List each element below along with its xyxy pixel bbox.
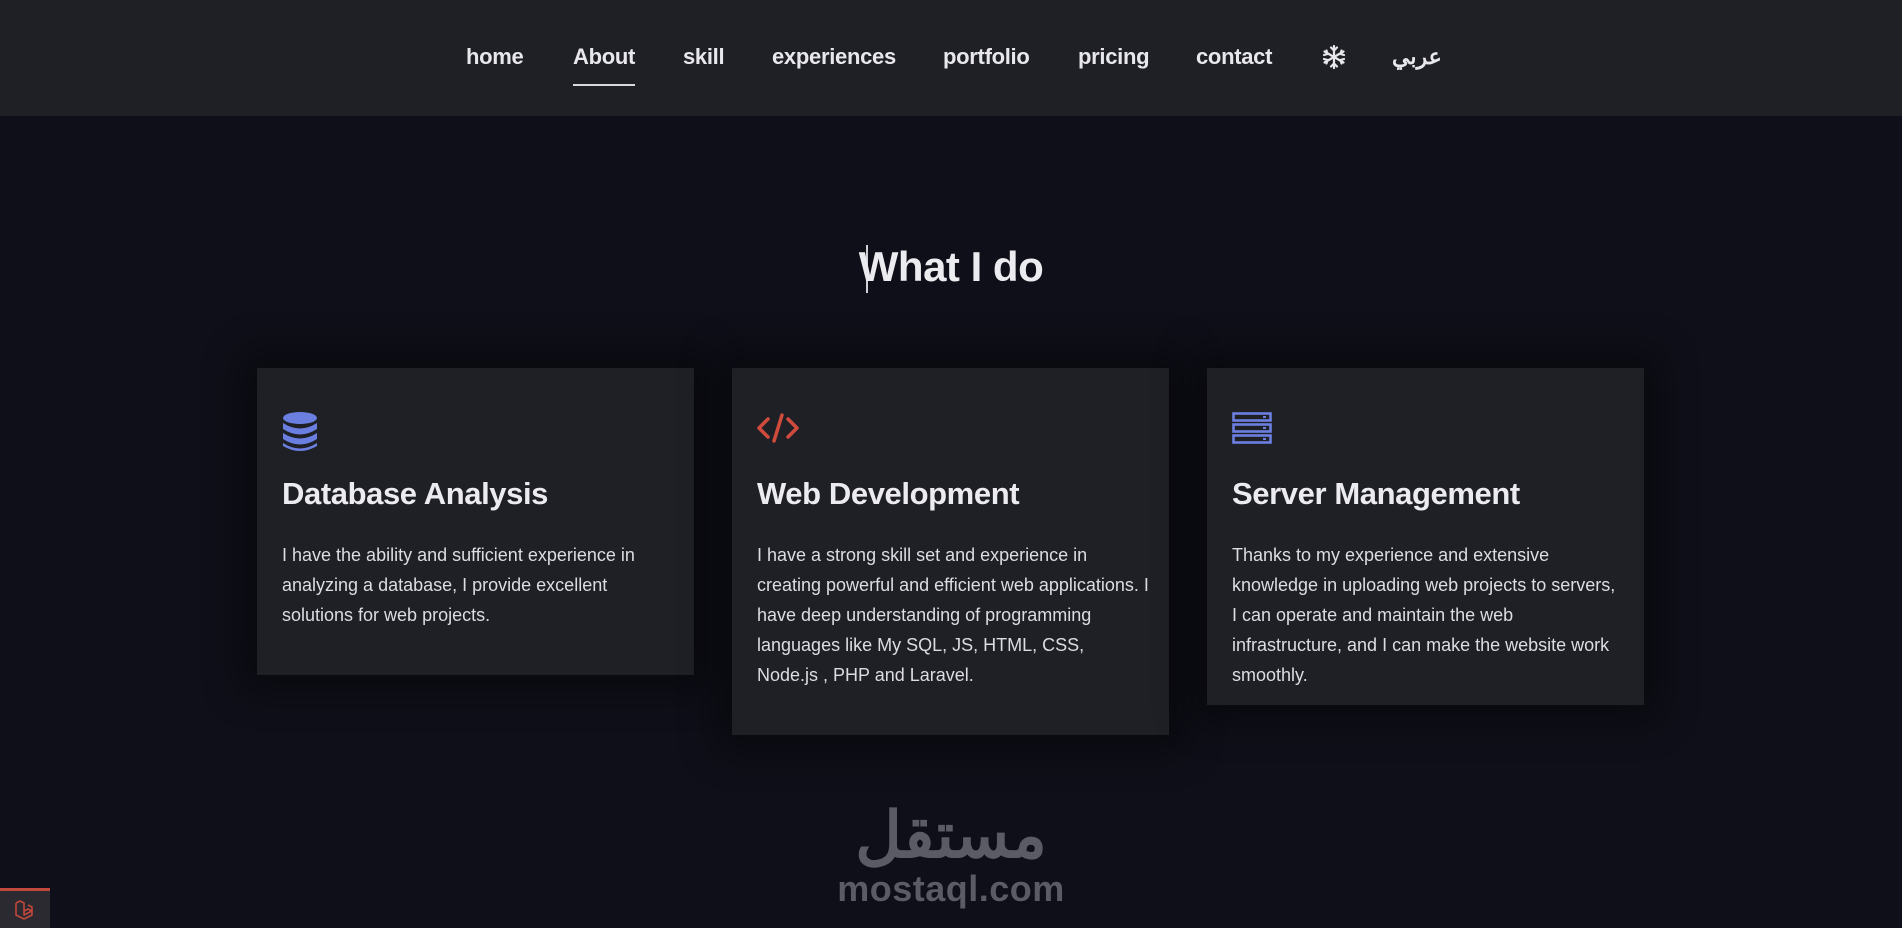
mostaql-watermark: مستقل mostaql.com bbox=[836, 800, 1066, 908]
top-navbar: home About skill experiences portfolio p… bbox=[0, 0, 1902, 116]
code-icon bbox=[757, 412, 799, 449]
nav-contact[interactable]: contact bbox=[1196, 44, 1272, 70]
database-icon bbox=[282, 412, 318, 457]
snowflake-icon[interactable] bbox=[1321, 44, 1347, 70]
card-description: I have a strong skill set and experience… bbox=[757, 545, 1149, 685]
laravel-debug-badge[interactable] bbox=[0, 888, 50, 928]
card-title: Database Analysis bbox=[282, 476, 549, 511]
language-switch[interactable]: عربي bbox=[1392, 44, 1442, 70]
nav-home[interactable]: home bbox=[466, 44, 524, 70]
nav-portfolio[interactable]: portfolio bbox=[943, 44, 1030, 70]
card-description: Thanks to my experience and extensive kn… bbox=[1232, 545, 1616, 685]
card-description: I have the ability and sufficient experi… bbox=[282, 545, 635, 625]
card-title: Web Development bbox=[757, 476, 1020, 511]
nav-about[interactable]: About bbox=[573, 44, 635, 86]
watermark-latin: mostaql.com bbox=[837, 868, 1065, 909]
laravel-icon bbox=[14, 899, 36, 926]
nav-experiences[interactable]: experiences bbox=[772, 44, 896, 70]
service-card-server-management: Server Management Thanks to my experienc… bbox=[1207, 368, 1644, 705]
nav-pricing[interactable]: pricing bbox=[1078, 44, 1150, 70]
watermark-arabic: مستقل bbox=[855, 799, 1047, 871]
server-icon bbox=[1232, 412, 1272, 449]
section-title: What I do bbox=[858, 243, 1044, 290]
card-title: Server Management bbox=[1232, 476, 1520, 511]
nav-skill[interactable]: skill bbox=[683, 44, 725, 70]
service-card-database: Database Analysis I have the ability and… bbox=[257, 368, 694, 675]
service-card-web-development: Web Development I have a strong skill se… bbox=[732, 368, 1169, 735]
